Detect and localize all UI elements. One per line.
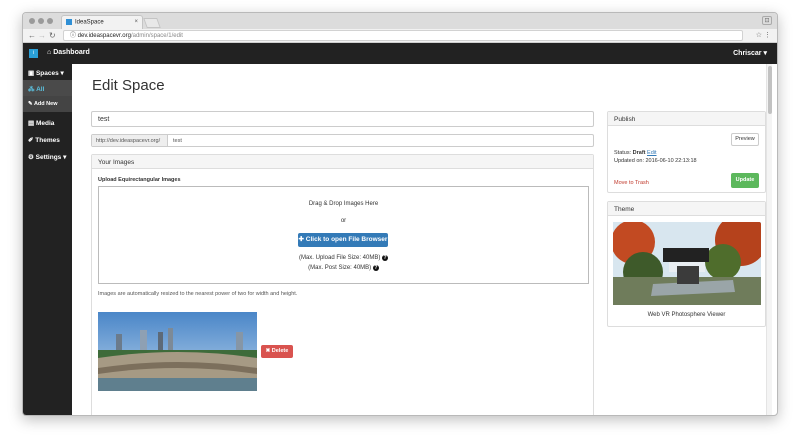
delete-image-button[interactable]: ✖ Delete (261, 345, 293, 358)
drag-drop-text: Drag & Drop Images Here (308, 201, 379, 207)
dashboard-link[interactable]: ⌂ Dashboard (47, 49, 90, 56)
back-icon[interactable]: ← (28, 31, 36, 40)
sitemap-icon: ⁂ (28, 86, 37, 93)
sidebar: ▣ Spaces ▾ ⁂ All ✎ Add New ▤ Media ✐ The… (23, 64, 72, 415)
gear-icon: ⚙ (28, 154, 36, 161)
sidebar-item-label: Themes (35, 137, 60, 144)
forward-icon[interactable]: → (38, 31, 46, 40)
cube-icon: ▣ (28, 70, 36, 77)
images-panel-heading: Your Images (92, 155, 593, 169)
dashboard-label: Dashboard (53, 49, 90, 56)
url-slug-input[interactable]: test (173, 138, 182, 144)
reload-icon[interactable]: ↻ (49, 31, 56, 40)
edit-status-link[interactable]: Edit (647, 150, 656, 156)
top-navbar: i ⌂ Dashboard Chriscar ▾ (23, 43, 777, 64)
theme-panel-heading: Theme (608, 202, 765, 216)
upload-label: Upload Equirectangular Images (98, 177, 181, 183)
image-icon: ▤ (28, 120, 36, 127)
user-menu[interactable]: Chriscar ▾ (733, 49, 767, 57)
help-icon[interactable]: ? (382, 255, 389, 261)
main-content: Edit Space test http://dev.ideaspacevr.o… (72, 64, 772, 415)
sidebar-item-themes[interactable]: ✐ Themes (23, 131, 72, 147)
max-upload-note: (Max. Upload File Size: 40MB) ? (99, 255, 588, 261)
move-to-trash-link[interactable]: Move to Trash (614, 180, 649, 186)
publish-panel-heading: Publish (608, 112, 765, 126)
tab-close-icon[interactable]: × (134, 19, 138, 25)
tab-bar: IdeaSpace × ⊡ (23, 13, 777, 29)
scrollbar-thumb[interactable] (768, 66, 772, 114)
brand-logo[interactable]: i (29, 49, 38, 58)
address-bar: ← → ↻ ⓘ dev.ideaspacevr.org/admin/space/… (23, 29, 777, 43)
url-prefix: http://dev.ideaspacevr.org/ (92, 135, 168, 146)
star-icon[interactable]: ☆ ⋮ (756, 31, 771, 39)
file-browser-button[interactable]: ✚ Click to open File Browser (298, 233, 388, 247)
maximize-window-button[interactable] (47, 18, 53, 24)
url-path: /admin/space/1/edit (130, 33, 183, 39)
url-field[interactable]: ⓘ dev.ideaspacevr.org/admin/space/1/edit (63, 30, 743, 41)
sidebar-item-label: Media (35, 120, 55, 127)
images-panel: Your Images Upload Equirectangular Image… (91, 154, 594, 415)
panorama-thumbnail (98, 312, 257, 391)
new-tab-button[interactable] (143, 18, 161, 28)
or-text: or (340, 218, 347, 224)
theme-name: Web VR Photosphere Viewer (647, 312, 726, 318)
profile-icon[interactable]: ⊡ (762, 16, 772, 25)
max-post-note: (Max. Post Size: 40MB) ? (99, 265, 588, 271)
help-icon[interactable]: ? (372, 265, 379, 271)
update-button[interactable]: Update (731, 173, 759, 188)
sidebar-item-label: Spaces ▾ (35, 70, 64, 77)
sidebar-item-label: Settings ▾ (35, 154, 67, 161)
url-host: dev.ideaspacevr.org (77, 33, 131, 39)
max-post-text: (Max. Post Size: 40MB) (308, 265, 372, 271)
status-label: Status: (614, 150, 632, 156)
sidebar-item-add-new[interactable]: ✎ Add New (23, 96, 72, 112)
dropzone[interactable]: Drag & Drop Images Here or ✚ Click to op… (98, 186, 589, 284)
publish-panel: Publish Preview Status: Draft Edit Updat… (607, 111, 766, 193)
sidebar-item-settings[interactable]: ⚙ Settings ▾ (23, 148, 72, 164)
updated-on-text: Updated on: 2016-06-10 22:13:18 (614, 158, 697, 164)
status-value: Draft (632, 150, 646, 156)
favicon-icon (66, 19, 72, 25)
space-url-group: http://dev.ideaspacevr.org/ test (91, 134, 594, 147)
close-window-button[interactable] (29, 18, 35, 24)
theme-panel: Theme Web VR Photosphere Viewer (607, 201, 766, 327)
browser-window: IdeaSpace × ⊡ ← → ↻ ⓘ dev.ideaspacevr.or… (22, 12, 778, 416)
minimize-window-button[interactable] (38, 18, 44, 24)
theme-preview-image[interactable] (613, 222, 761, 305)
sidebar-item-all[interactable]: ⁂ All (23, 80, 72, 96)
info-icon: ⓘ (70, 33, 78, 39)
status-line: Status: Draft Edit (614, 150, 657, 156)
preview-button[interactable]: Preview (731, 133, 759, 146)
sidebar-item-label: Add New (33, 101, 58, 107)
space-title-input[interactable]: test (91, 111, 594, 127)
sidebar-item-media[interactable]: ▤ Media (23, 114, 72, 130)
max-upload-text: (Max. Upload File Size: 40MB) (298, 255, 381, 261)
tab-title: IdeaSpace (75, 19, 104, 26)
sidebar-item-label: All (36, 86, 45, 93)
sidebar-item-spaces[interactable]: ▣ Spaces ▾ (23, 64, 72, 80)
page-scrollbar[interactable] (766, 64, 772, 415)
resize-note: Images are automatically resized to the … (98, 291, 298, 297)
browser-tab[interactable]: IdeaSpace × (61, 15, 143, 29)
page-title: Edit Space (92, 77, 165, 94)
